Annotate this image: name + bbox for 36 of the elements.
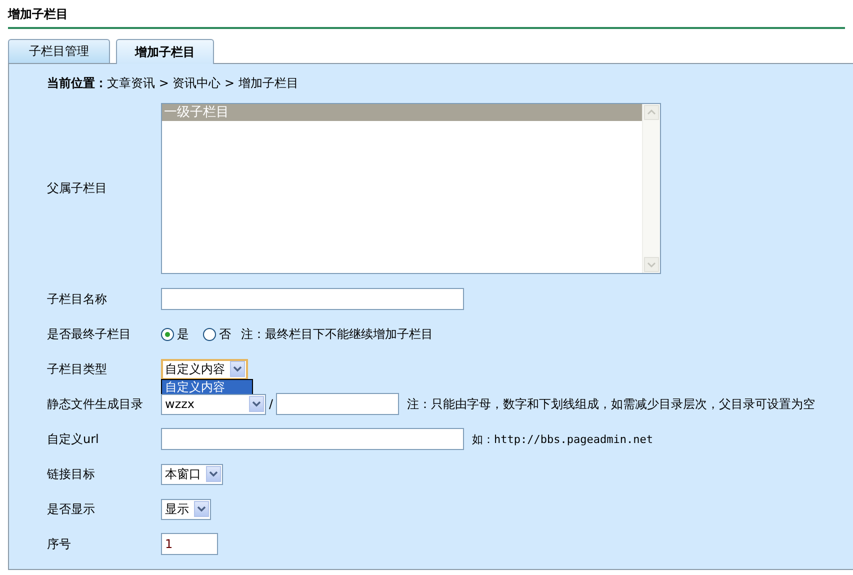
breadcrumb: 文章资讯 > 资讯中心 > 增加子栏目 [107,75,298,92]
tab[interactable]: 子栏目管理 [8,39,110,63]
page-title: 增加子栏目 [8,6,68,23]
radio-button[interactable] [203,328,216,340]
chevron-down-icon [209,471,218,477]
breadcrumb-label: 当前位置： [47,75,107,92]
dropdown[interactable]: wzzx [161,394,266,414]
field-label: 是否最终子栏目 [47,326,132,342]
field-label: 静态文件生成目录 [47,396,144,412]
field-label: 子栏目类型 [47,360,108,378]
field-label: 子栏目名称 [47,290,108,308]
radio-button[interactable] [161,328,174,340]
note-text: 注：只能由字母，数字和下划线组成，如需减少目录层次，父目录可设置为空 [407,396,816,412]
dropdown-option[interactable]: 自定义内容 [162,380,252,394]
scrollbar[interactable] [642,104,660,273]
radio-label: 否 [219,326,231,342]
input-field[interactable] [161,428,464,450]
input-field[interactable] [276,393,400,415]
input-field[interactable]: 1 [161,533,218,555]
field-label: 序号 [47,536,72,552]
dropdown[interactable]: 显示 [161,498,211,520]
dropdown[interactable]: 自定义内容 [161,358,248,380]
hint-text: 如：http://bbs.pageadmin.net [472,432,653,446]
field-label: 父属子栏目 [47,180,108,197]
note-text: 注：最终栏目下不能继续增加子栏目 [241,326,433,342]
chevron-down-icon [252,401,261,407]
input-field[interactable] [161,288,464,310]
field-label: 链接目标 [47,466,96,482]
field-label: 自定义url [47,430,100,448]
radio-label: 是 [177,326,189,342]
tab[interactable]: 增加子栏目 [116,39,214,64]
dropdown[interactable]: 本窗口 [161,464,223,484]
field-label: 是否显示 [47,500,96,518]
path-separator: / [269,397,274,411]
chevron-down-icon [233,366,242,372]
chevron-down-icon [197,506,206,512]
